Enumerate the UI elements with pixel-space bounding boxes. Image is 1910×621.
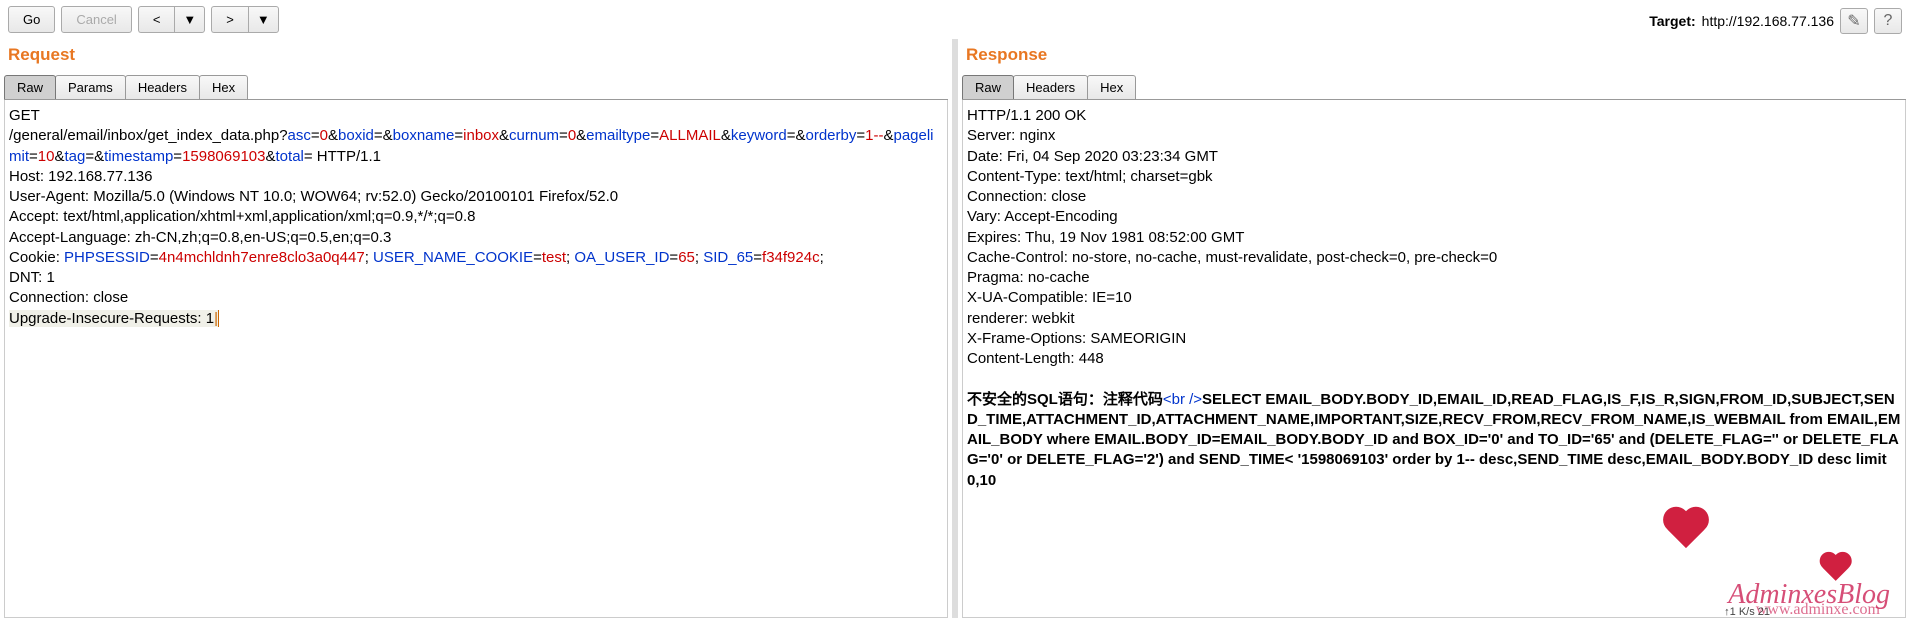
- toolbar: Go Cancel < ▼ > ▼: [0, 0, 1910, 39]
- edit-target-button[interactable]: ✎: [1840, 8, 1868, 34]
- response-content[interactable]: HTTP/1.1 200 OKServer: nginxDate: Fri, 0…: [962, 100, 1906, 618]
- request-tabs: RawParamsHeadersHex: [4, 75, 948, 100]
- go-button[interactable]: Go: [8, 6, 55, 33]
- response-pane: Response RawHeadersHex HTTP/1.1 200 OKSe…: [958, 39, 1910, 618]
- target-label: Target:: [1649, 13, 1695, 29]
- question-icon: ?: [1884, 12, 1893, 30]
- target-value: http://192.168.77.136: [1702, 13, 1834, 29]
- target-bar: Target: http://192.168.77.136 ✎ ?: [1649, 8, 1902, 34]
- tab-raw[interactable]: Raw: [962, 75, 1014, 99]
- next-button[interactable]: >: [211, 6, 248, 33]
- request-title: Request: [4, 39, 948, 75]
- tab-hex[interactable]: Hex: [1087, 75, 1136, 99]
- prev-button[interactable]: <: [138, 6, 175, 33]
- panes: Request RawParamsHeadersHex GET/general/…: [0, 39, 1910, 618]
- request-content[interactable]: GET/general/email/inbox/get_index_data.p…: [4, 100, 948, 618]
- response-title: Response: [962, 39, 1906, 75]
- help-button[interactable]: ?: [1874, 8, 1902, 34]
- tab-headers[interactable]: Headers: [1013, 75, 1088, 99]
- tab-headers[interactable]: Headers: [125, 75, 200, 99]
- pencil-icon: ✎: [1847, 11, 1860, 31]
- cancel-button[interactable]: Cancel: [61, 6, 131, 33]
- response-tabs: RawHeadersHex: [962, 75, 1906, 100]
- network-indicator: ↑1 K/s 21: [1724, 606, 1770, 618]
- next-dropdown[interactable]: ▼: [248, 6, 279, 33]
- tab-hex[interactable]: Hex: [199, 75, 248, 99]
- prev-dropdown[interactable]: ▼: [174, 6, 205, 33]
- next-button-group: > ▼: [211, 6, 278, 33]
- tab-raw[interactable]: Raw: [4, 75, 56, 99]
- prev-button-group: < ▼: [138, 6, 205, 33]
- tab-params[interactable]: Params: [55, 75, 126, 99]
- request-pane: Request RawParamsHeadersHex GET/general/…: [0, 39, 952, 618]
